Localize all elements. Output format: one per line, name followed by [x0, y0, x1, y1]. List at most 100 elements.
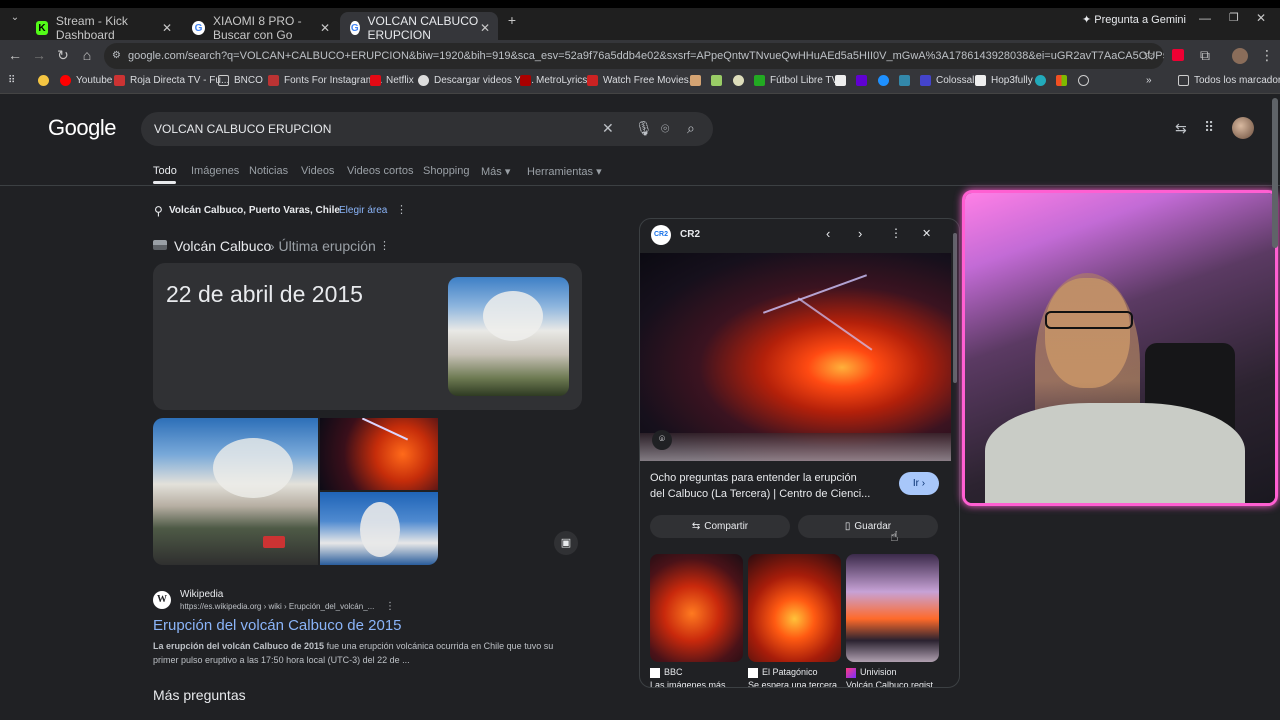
collage-plume-image[interactable] — [320, 492, 438, 565]
share-button[interactable]: ⇆ Compartir — [650, 515, 790, 538]
save-button[interactable]: ▯ Guardar — [798, 515, 938, 538]
answer-thumbnail-image[interactable] — [448, 277, 569, 396]
forward-icon[interactable]: → — [30, 47, 48, 63]
more-bookmarks-icon[interactable]: » — [1146, 75, 1152, 86]
bookmark-futbol-libre[interactable]: Fútbol Libre TV — [754, 75, 838, 86]
restore-icon[interactable]: ❐ — [1229, 11, 1239, 24]
search-query[interactable]: VOLCAN CALBUCO ERUPCION — [154, 122, 331, 136]
panel-close-icon[interactable]: ✕ — [922, 227, 931, 240]
site-info-icon[interactable]: ⚙ — [112, 43, 121, 69]
apps-grid-icon[interactable]: ⠿ — [8, 75, 15, 86]
bookmark-colossal[interactable]: Colossal — [920, 75, 974, 86]
go-button[interactable]: Ir › — [899, 472, 939, 495]
bookmark-watch-movies[interactable]: Watch Free Movies... — [587, 75, 697, 86]
bookmark-icon-1[interactable] — [690, 75, 706, 86]
bookmark-fonts[interactable]: Fonts For Instagram... — [268, 75, 382, 86]
related-title-bbc[interactable]: Las imágenes más — [650, 680, 726, 687]
lens-icon[interactable]: ⌾ — [661, 120, 669, 137]
bookmark-descargar[interactable]: Descargar videos Yo... — [418, 75, 534, 86]
account-avatar[interactable] — [1232, 117, 1254, 139]
profile-avatar[interactable] — [1232, 48, 1248, 64]
breadcrumb-more-icon[interactable]: ⋮ — [379, 239, 390, 252]
close-tab-icon[interactable]: ✕ — [162, 21, 172, 35]
panel-caption-line1[interactable]: Ocho preguntas para entender la erupción — [650, 472, 857, 484]
close-tab-icon[interactable]: ✕ — [480, 21, 490, 35]
wiki-more-icon[interactable]: ⋮ — [385, 601, 395, 612]
bookmark-icon-5[interactable] — [856, 75, 872, 86]
tab-kick[interactable]: K Stream - Kick Dashboard ✕ — [26, 14, 180, 42]
panel-source[interactable]: CR2 — [680, 229, 700, 240]
clear-icon[interactable]: ✕ — [602, 120, 614, 137]
related-title-el-patagonico[interactable]: Se espera una tercera — [748, 680, 837, 687]
extension-icon[interactable] — [1172, 49, 1184, 61]
google-logo[interactable]: Google — [48, 115, 116, 141]
tab-herramientas[interactable]: Herramientas ▾ — [527, 165, 602, 178]
bookmark-hop3fully[interactable]: Hop3fully — [975, 75, 1033, 86]
bookmark-metrolyrics[interactable]: MetroLyrics — [520, 75, 587, 86]
image-search-icon[interactable]: ▣ — [554, 531, 578, 555]
bookmark-youtube[interactable]: Youtube — [60, 75, 112, 86]
bookmark-star-icon[interactable]: ☆ — [1140, 47, 1158, 64]
previous-icon[interactable]: ‹ — [826, 226, 830, 241]
bookmark-icon-6[interactable] — [878, 75, 894, 86]
microphone-icon[interactable]: 🎙 — [635, 120, 653, 137]
location-more-icon[interactable]: ⋮ — [396, 203, 407, 216]
lens-search-icon[interactable]: ⌾ — [652, 430, 672, 450]
bookmark-icon-7[interactable] — [899, 75, 915, 86]
tab-shopping[interactable]: Shopping — [423, 165, 470, 177]
bookmark-icon-10[interactable] — [1078, 75, 1094, 86]
google-apps-icon[interactable]: ⠿ — [1204, 119, 1214, 136]
related-source-univision[interactable]: Univision — [860, 667, 897, 677]
bookmark-icon-4[interactable] — [835, 75, 851, 86]
extensions-puzzle-icon[interactable]: ⧉ — [1196, 47, 1214, 64]
volcano-eruption-image[interactable] — [640, 253, 951, 461]
tab-xiaomi[interactable]: G XIAOMI 8 PRO - Buscar con Go ✕ — [182, 14, 338, 42]
tab-videos[interactable]: Videos — [301, 165, 334, 177]
tab-imagenes[interactable]: Imágenes — [191, 165, 239, 177]
gemini-button[interactable]: ✦ Pregunta a Gemini — [1082, 13, 1186, 26]
page-scrollbar[interactable] — [1272, 98, 1278, 698]
back-icon[interactable]: ← — [6, 47, 24, 63]
share-icon[interactable]: ⇆ — [1175, 120, 1187, 137]
home-icon[interactable]: ⌂ — [78, 47, 96, 63]
search-icon[interactable]: ⌕ — [687, 120, 695, 137]
bookmark-emoji[interactable] — [38, 75, 54, 86]
choose-area-link[interactable]: Elegir área — [339, 205, 387, 216]
reload-icon[interactable]: ↻ — [54, 47, 72, 64]
bookmark-icon-9[interactable] — [1056, 75, 1072, 86]
panel-scrollbar[interactable] — [953, 233, 957, 383]
bookmark-icon-3[interactable] — [733, 75, 749, 86]
wiki-title-link[interactable]: Erupción del volcán Calbuco de 2015 — [153, 617, 402, 634]
url-field[interactable]: ⚙ google.com/search?q=VOLCAN+CALBUCO+ERU… — [104, 43, 1164, 69]
bookmark-icon-8[interactable] — [1035, 75, 1051, 86]
close-tab-icon[interactable]: ✕ — [320, 21, 330, 35]
wiki-url[interactable]: https://es.wikipedia.org › wiki › Erupci… — [180, 602, 374, 611]
related-source-el-patagonico[interactable]: El Patagónico — [762, 667, 818, 677]
new-tab-button[interactable]: + — [503, 12, 521, 28]
panel-caption-line2[interactable]: del Calbuco (La Tercera) | Centro de Cie… — [650, 488, 870, 500]
close-window-icon[interactable]: ✕ — [1256, 11, 1266, 25]
wiki-source[interactable]: Wikipedia — [180, 589, 223, 600]
all-bookmarks[interactable]: Todos los marcadores — [1178, 75, 1280, 86]
minimize-icon[interactable]: — — [1199, 11, 1211, 25]
bookmark-icon-2[interactable] — [711, 75, 727, 86]
tab-videos-cortos[interactable]: Videos cortos — [347, 165, 413, 177]
browser-menu-icon[interactable]: ⋮ — [1258, 47, 1276, 64]
panel-more-icon[interactable]: ⋮ — [890, 226, 902, 240]
tab-noticias[interactable]: Noticias — [249, 165, 288, 177]
collage-lightning-image[interactable] — [320, 418, 438, 490]
bookmark-bnco[interactable]: BNCO — [218, 75, 263, 86]
tab-todo[interactable]: Todo — [153, 165, 177, 177]
next-icon[interactable]: › — [858, 226, 862, 241]
tab-search-icon[interactable]: ⌄ — [6, 12, 24, 23]
related-image-el-patagonico[interactable] — [748, 554, 841, 662]
tab-mas[interactable]: Más ▾ — [481, 165, 510, 178]
bookmark-netflix[interactable]: Netflix — [370, 75, 414, 86]
bookmark-roja-directa[interactable]: Roja Directa TV - Fu... — [114, 75, 229, 86]
related-source-bbc[interactable]: BBC — [664, 667, 683, 677]
related-image-bbc[interactable] — [650, 554, 743, 662]
breadcrumb-main[interactable]: Volcán Calbuco — [174, 238, 271, 254]
search-box[interactable]: VOLCAN CALBUCO ERUPCION ✕ 🎙 ⌾ ⌕ — [141, 112, 713, 146]
related-image-univision[interactable] — [846, 554, 939, 662]
collage-road-image[interactable] — [153, 418, 318, 565]
